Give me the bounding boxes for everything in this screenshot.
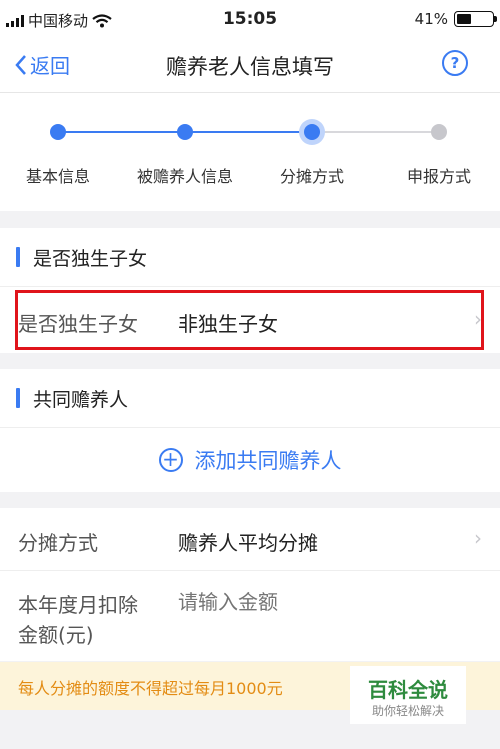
add-co-supporter-button[interactable]: + 添加共同赡养人 xyxy=(0,428,500,492)
step-connector-todo xyxy=(312,131,440,133)
step-label-1: 基本信息 xyxy=(25,167,90,186)
section-accent-bar xyxy=(16,388,20,408)
step-dot-1 xyxy=(50,124,66,140)
step-label-3: 分摊方式 xyxy=(279,167,344,186)
step-label-2: 被赡养人信息 xyxy=(136,167,233,186)
progress-stepper: 基本信息 被赡养人信息 分摊方式 申报方式 xyxy=(0,93,500,211)
split-method-row[interactable]: 分摊方式 赡养人平均分摊 › xyxy=(0,508,500,571)
status-right: 41% xyxy=(414,10,497,28)
step-dot-4 xyxy=(431,124,447,140)
step-label-4: 申报方式 xyxy=(406,167,471,186)
add-circle-icon: + xyxy=(158,448,183,472)
amount-label-line1: 本年度月扣除 xyxy=(18,593,138,617)
section-title: 共同赡养人 xyxy=(33,389,129,411)
battery-percent: 41% xyxy=(414,10,448,28)
page-title: 赡养老人信息填写 xyxy=(166,55,334,79)
battery-icon xyxy=(454,11,497,27)
section-title: 是否独生子女 xyxy=(33,248,148,270)
split-method-label: 分摊方式 xyxy=(18,531,98,555)
step-dot-3 xyxy=(304,124,320,140)
battery-level xyxy=(457,14,471,24)
help-icon[interactable]: ? xyxy=(442,50,468,76)
add-co-supporter-label: 添加共同赡养人 xyxy=(194,449,342,473)
section-accent-bar xyxy=(16,247,20,267)
watermark-title: 百科全说 xyxy=(368,678,448,702)
watermark-logo: 百科全说 助你轻松解决 xyxy=(350,666,466,724)
highlight-box xyxy=(15,290,484,350)
status-bar: 中国移动 15:05 41% xyxy=(0,0,500,38)
section-co-supporter: 共同赡养人 xyxy=(0,369,500,428)
chevron-right-icon: › xyxy=(474,526,482,550)
amount-input[interactable] xyxy=(176,585,470,619)
step-dot-2 xyxy=(177,124,193,140)
notice-text: 每人分摊的额度不得超过每月1000元 xyxy=(18,679,283,698)
amount-label-line2: 金额(元) xyxy=(18,623,94,647)
amount-row: 本年度月扣除 金额(元) xyxy=(0,571,500,661)
split-method-value: 赡养人平均分摊 xyxy=(178,531,318,555)
watermark-subtitle: 助你轻松解决 xyxy=(371,704,444,718)
nav-bar: 返回 赡养老人信息填写 ? xyxy=(0,38,500,93)
section-only-child: 是否独生子女 xyxy=(0,228,500,287)
